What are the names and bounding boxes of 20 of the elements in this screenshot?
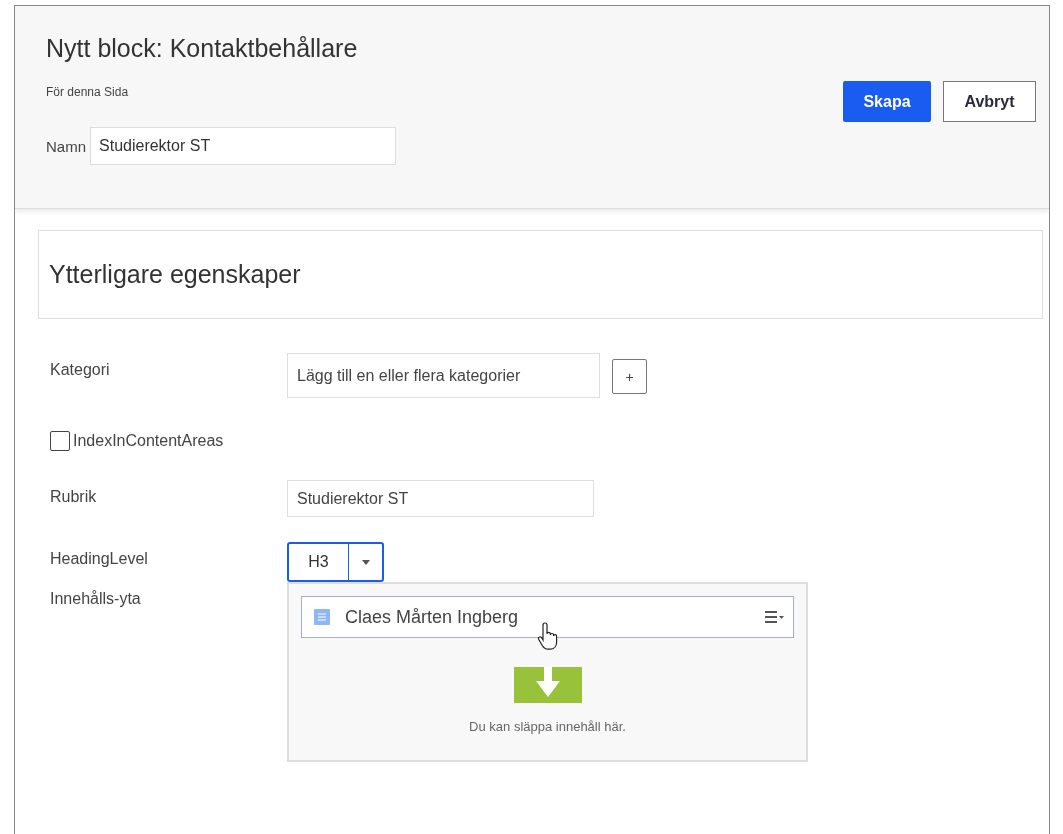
cancel-button[interactable]: Avbryt — [943, 81, 1036, 122]
name-label: Namn — [46, 137, 86, 155]
drop-hint: Du kan släppa innehåll här. — [469, 719, 626, 734]
name-field[interactable]: Studierektor ST — [90, 127, 396, 165]
heading-field[interactable]: Studierektor ST — [287, 480, 594, 517]
menu-icon[interactable] — [765, 611, 785, 623]
document-icon — [314, 609, 330, 625]
category-field[interactable]: Lägg till en eller flera kategorier — [287, 353, 600, 398]
checkbox[interactable] — [50, 431, 70, 451]
field-label: Innehålls-yta — [50, 589, 142, 609]
add-button[interactable]: + — [612, 359, 647, 394]
section-title: Ytterligare egenskaper — [49, 260, 301, 289]
dialog-title: Nytt block: Kontaktbehållare — [46, 34, 359, 63]
field-label: Kategori — [50, 360, 111, 380]
dialog-subtitle: För denna Sida — [46, 85, 130, 99]
field-label: Rubrik — [50, 487, 98, 507]
field-label: HeadingLevel — [50, 549, 149, 569]
checkbox-label: IndexInContentAreas — [73, 432, 224, 450]
create-button[interactable]: Skapa — [843, 81, 931, 122]
caret-icon — [361, 559, 370, 565]
